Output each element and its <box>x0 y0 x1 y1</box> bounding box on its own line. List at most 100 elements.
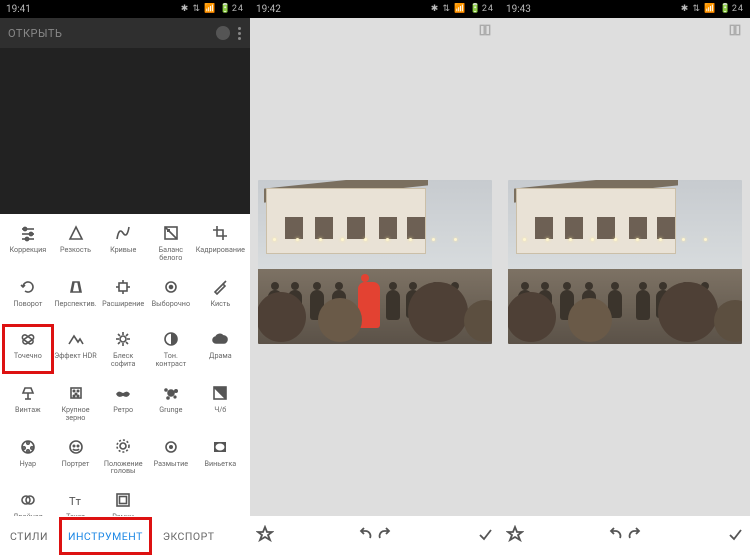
dexp-icon <box>19 491 37 509</box>
tool-label: Расширение <box>102 300 144 314</box>
tool-drama[interactable]: Драма <box>195 326 246 372</box>
tool-label: Драма <box>209 352 232 366</box>
tool-rotate[interactable]: Поворот <box>4 274 52 318</box>
tool-label: Тон. контраст <box>148 352 194 368</box>
apply-button[interactable] <box>726 525 744 547</box>
lamp-icon <box>19 384 37 402</box>
tab-styles[interactable]: СТИЛИ <box>0 516 58 556</box>
tool-grid: Коррекция Резкость КривыеБаланс белогоКадр… <box>0 214 250 537</box>
image-preview-empty <box>0 48 250 214</box>
tool-label: Эффект HDR <box>54 352 97 366</box>
blur-icon <box>162 438 180 456</box>
tool-label: Кисть <box>210 300 230 314</box>
tool-label: Баланс белого <box>148 246 194 262</box>
edit-bottom-bar <box>500 516 750 556</box>
tool-vignette[interactable]: Виньетка <box>195 434 246 480</box>
bottom-tabs: СТИЛИ ИНСТРУМЕНТ ЭКСПОРТ <box>0 516 250 556</box>
status-icons: ✱ ⇅ 📶 🔋24 <box>181 4 244 14</box>
tab-instrument[interactable]: ИНСТРУМЕНТ <box>58 516 153 556</box>
tool-label: Выборочно <box>152 300 190 314</box>
tool-tonal[interactable]: Тон. контраст <box>147 326 195 372</box>
tool-label: Перспектив. <box>54 300 96 314</box>
tutorial-icon[interactable] <box>478 22 492 41</box>
tool-glamour[interactable]: Блеск софита <box>99 326 147 372</box>
tool-label: Размытие <box>154 460 188 474</box>
mountain-icon <box>67 330 85 348</box>
star-button[interactable] <box>506 525 524 547</box>
triangle-icon <box>67 224 85 242</box>
curve-icon <box>114 224 132 242</box>
tool-label: Нуар <box>20 460 36 474</box>
tutorial-icon[interactable] <box>728 22 742 41</box>
redo-button[interactable] <box>625 525 643 547</box>
more-menu-icon[interactable] <box>238 27 242 40</box>
tool-portrait[interactable]: Портрет <box>52 434 100 480</box>
open-button[interactable]: ОТКРЫТЬ <box>8 27 62 40</box>
status-bar: 19:42 ✱ ⇅ 📶 🔋24 <box>250 0 500 18</box>
tool-white-balance[interactable]: Баланс белого <box>147 220 195 266</box>
status-icons: ✱ ⇅ 📶 🔋24 <box>681 4 744 14</box>
screen-tools: 19:41 ✱ ⇅ 📶 🔋24 ОТКРЫТЬ Коррекция Резкост… <box>0 0 250 556</box>
tool-healing[interactable]: Точечно <box>4 326 52 372</box>
tool-label: Положение головы <box>100 460 146 476</box>
tool-label: Кадрирование <box>196 246 245 260</box>
tool-vintage[interactable]: Винтаж <box>4 380 52 426</box>
tool-grunge[interactable]: Grunge <box>147 380 195 426</box>
tool-label: Поворот <box>13 300 42 314</box>
tool-correction[interactable]: Коррекция <box>4 220 52 266</box>
account-icon[interactable] <box>216 26 230 40</box>
tool-expand[interactable]: Расширение <box>99 274 147 318</box>
star-icon <box>114 330 132 348</box>
rotate-icon <box>19 278 37 296</box>
app-topbar: ОТКРЫТЬ <box>0 18 250 48</box>
redo-button[interactable] <box>375 525 393 547</box>
tool-noir[interactable]: Нуар <box>4 434 52 480</box>
wb-icon <box>162 224 180 242</box>
undo-button[interactable] <box>607 525 625 547</box>
text-icon <box>67 491 85 509</box>
tool-blur[interactable]: Размытие <box>147 434 195 480</box>
sliders-icon <box>19 224 37 242</box>
grain-icon <box>67 384 85 402</box>
tool-grainy[interactable]: Крупное зерно <box>52 380 100 426</box>
persp-icon <box>67 278 85 296</box>
photo-canvas[interactable] <box>508 180 742 344</box>
crop-icon <box>211 224 229 242</box>
tool-headpose[interactable]: Положение головы <box>99 434 147 480</box>
tool-label: Grunge <box>159 406 182 420</box>
tool-hdr[interactable]: Эффект HDR <box>52 326 100 372</box>
tool-brush[interactable]: Кисть <box>195 274 246 318</box>
status-bar: 19:41 ✱ ⇅ 📶 🔋24 <box>0 0 250 18</box>
tool-selective[interactable]: Выборочно <box>147 274 195 318</box>
undo-button[interactable] <box>357 525 375 547</box>
tool-label: Коррекция <box>9 246 46 260</box>
tool-retro[interactable]: Ретро <box>99 380 147 426</box>
star-button[interactable] <box>256 525 274 547</box>
tool-sharpness[interactable]: Резкость <box>52 220 100 266</box>
tool-label: Ч/б <box>214 406 226 420</box>
bandaid-icon <box>19 330 37 348</box>
target-icon <box>162 278 180 296</box>
tool-bw[interactable]: Ч/б <box>195 380 246 426</box>
tool-label: Портрет <box>62 460 90 474</box>
reel-icon <box>19 438 37 456</box>
mustache-icon <box>114 384 132 402</box>
cloud-icon <box>211 330 229 348</box>
tool-label: Винтаж <box>15 406 41 420</box>
tab-export[interactable]: ЭКСПОРТ <box>153 516 225 556</box>
tool-curves[interactable]: Кривые <box>99 220 147 266</box>
screen-healing-edit: 19:42 ✱ ⇅ 📶 🔋24 <box>250 0 500 556</box>
tool-label: Виньетка <box>204 460 236 474</box>
tool-label: Крупное зерно <box>53 406 99 422</box>
tool-label: Резкость <box>60 246 91 260</box>
apply-button[interactable] <box>476 525 494 547</box>
face-icon <box>67 438 85 456</box>
status-time: 19:41 <box>6 4 31 15</box>
tool-perspective[interactable]: Перспектив. <box>52 274 100 318</box>
tool-crop[interactable]: Кадрирование <box>195 220 246 266</box>
splat-icon <box>162 384 180 402</box>
halfcircle-icon <box>162 330 180 348</box>
edit-bottom-bar <box>250 516 500 556</box>
status-time: 19:42 <box>256 4 281 15</box>
photo-canvas[interactable] <box>258 180 492 344</box>
